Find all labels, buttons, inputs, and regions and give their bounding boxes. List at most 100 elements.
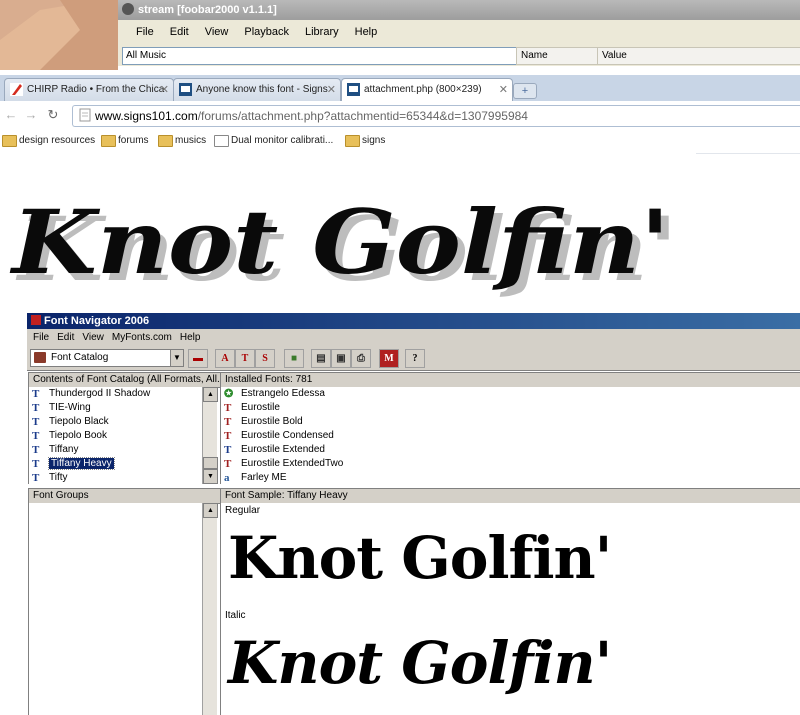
reload-icon[interactable]: ↻ bbox=[46, 107, 60, 123]
address-bar[interactable]: www.signs101.com/forums/attachment.php?a… bbox=[72, 105, 800, 127]
bookmark-design-resources[interactable]: design resources bbox=[2, 133, 95, 149]
truetype-icon: T bbox=[32, 430, 40, 442]
column-header-value[interactable]: Value bbox=[597, 47, 800, 65]
groups-scrollbar[interactable]: ▲ bbox=[202, 503, 218, 715]
scroll-up-icon[interactable]: ▲ bbox=[203, 387, 218, 402]
bookmark-label: musics bbox=[175, 135, 207, 146]
chevron-down-icon[interactable]: ▼ bbox=[170, 350, 183, 366]
foobar-titlebar[interactable]: stream [foobar2000 v1.1.1] bbox=[118, 0, 800, 20]
tab-attachment[interactable]: attachment.php (800×239) ✕ bbox=[341, 78, 513, 101]
preview-icon[interactable]: ▣ bbox=[331, 349, 351, 368]
close-icon[interactable]: ✕ bbox=[499, 79, 508, 101]
list-item[interactable]: T Tifty bbox=[29, 471, 203, 484]
list-item[interactable]: T Eurostile bbox=[221, 401, 800, 415]
font-groups-list[interactable] bbox=[28, 503, 203, 715]
bookmark-label: signs bbox=[362, 135, 386, 146]
truetype-icon: T bbox=[32, 416, 40, 428]
fontnav-menu-view[interactable]: View bbox=[78, 329, 108, 346]
list-item[interactable]: ✪ Estrangelo Edessa bbox=[221, 387, 800, 401]
list-item[interactable]: T Thundergod II Shadow bbox=[29, 387, 203, 401]
bookmark-forums[interactable]: forums bbox=[101, 133, 149, 149]
truetype-icon: T bbox=[32, 472, 40, 484]
image-text: Knot Golfin' bbox=[9, 190, 670, 294]
truetype-icon: T bbox=[32, 458, 40, 470]
address-path: /forums/attachment.php?attachmentid=6534… bbox=[197, 109, 528, 123]
list-item[interactable]: T Tiepolo Book bbox=[29, 429, 203, 443]
foobar-menu-library[interactable]: Library bbox=[297, 20, 347, 44]
new-group-icon[interactable]: ■ bbox=[284, 349, 304, 368]
list-item[interactable]: T Eurostile ExtendedTwo bbox=[221, 457, 800, 471]
truetype-icon: T bbox=[224, 430, 232, 442]
fontnav-menu-help[interactable]: Help bbox=[176, 329, 205, 346]
fontnav-menu-file[interactable]: File bbox=[29, 329, 53, 346]
fontnav-titlebar[interactable]: Font Navigator 2006 bbox=[27, 313, 800, 329]
sort-icon[interactable]: A bbox=[215, 349, 235, 368]
address-host: www.signs101.com bbox=[95, 109, 198, 123]
foobar-menu-view[interactable]: View bbox=[197, 20, 237, 44]
symbol-icon[interactable]: S bbox=[255, 349, 275, 368]
fontnav-menubar: File Edit View MyFonts.com Help bbox=[27, 329, 800, 346]
fontnav-menu-myfonts[interactable]: MyFonts.com bbox=[108, 329, 176, 346]
list-item[interactable]: T Eurostile Extended bbox=[221, 443, 800, 457]
new-tab-button[interactable]: + bbox=[513, 83, 537, 99]
regular-sample-text: Knot Golfin' bbox=[228, 524, 612, 592]
list-item[interactable]: a Farley ME bbox=[221, 471, 800, 484]
contents-pane-header: Contents of Font Catalog (All Formats, A… bbox=[28, 372, 222, 388]
list-item[interactable]: T Tiepolo Black bbox=[29, 415, 203, 429]
list-item[interactable]: T Eurostile Condensed bbox=[221, 429, 800, 443]
foobar-menu-playback[interactable]: Playback bbox=[236, 20, 297, 44]
bookmark-dual-monitor[interactable]: Dual monitor calibrati... bbox=[214, 133, 333, 149]
close-icon[interactable]: ✕ bbox=[160, 79, 169, 101]
catalog-book-icon bbox=[34, 352, 46, 363]
list-item[interactable]: T TIE-Wing bbox=[29, 401, 203, 415]
list-item[interactable]: T Eurostile Bold bbox=[221, 415, 800, 429]
forward-arrow-icon[interactable]: → bbox=[24, 107, 38, 123]
catalog-dropdown-value: Font Catalog bbox=[51, 352, 109, 363]
site-icon bbox=[214, 135, 229, 147]
font-properties-icon[interactable]: T bbox=[235, 349, 255, 368]
close-icon[interactable]: ✕ bbox=[327, 79, 336, 101]
folder-open-icon[interactable]: ▬ bbox=[188, 349, 208, 368]
myfonts-icon[interactable]: M bbox=[379, 349, 399, 368]
list-item-selected[interactable]: T Tiffany Heavy bbox=[29, 457, 203, 471]
print-icon[interactable]: ⎙ bbox=[351, 349, 371, 368]
italic-label: Italic bbox=[225, 610, 246, 621]
foobar-menu-file[interactable]: File bbox=[128, 20, 162, 44]
truetype-icon: T bbox=[32, 402, 40, 414]
foobar-app-icon bbox=[122, 3, 134, 15]
tab-label: Anyone know this font - Signs bbox=[196, 84, 328, 95]
opentype-icon: ✪ bbox=[224, 388, 234, 400]
foobar-menu-help[interactable]: Help bbox=[347, 20, 386, 44]
desktop-background bbox=[0, 0, 118, 70]
truetype-icon: T bbox=[224, 416, 232, 428]
foobar-menu-edit[interactable]: Edit bbox=[162, 20, 197, 44]
scroll-down-icon[interactable]: ▼ bbox=[203, 469, 218, 484]
tab-anyone-know-font[interactable]: Anyone know this font - Signs ✕ bbox=[173, 78, 341, 101]
chirp-favicon bbox=[10, 83, 23, 96]
tab-label: attachment.php (800×239) bbox=[364, 84, 482, 95]
truetype-icon: T bbox=[32, 388, 40, 400]
bookmark-musics[interactable]: musics bbox=[158, 133, 206, 149]
installed-font-list: ✪ Estrangelo Edessa T Eurostile T Eurostile… bbox=[220, 387, 800, 484]
tab-chirp-radio[interactable]: CHIRP Radio • From the Chica ✕ bbox=[4, 78, 174, 101]
catalog-dropdown[interactable]: Font Catalog ▼ bbox=[30, 349, 184, 367]
properties-icon[interactable]: ▤ bbox=[311, 349, 331, 368]
catalog-scrollbar[interactable]: ▲ ▼ bbox=[202, 387, 218, 484]
opentype-icon: a bbox=[224, 472, 230, 484]
scroll-up-icon[interactable]: ▲ bbox=[203, 503, 218, 518]
desktop-wallpaper-shape bbox=[0, 0, 118, 70]
truetype-icon: T bbox=[224, 458, 232, 470]
column-header-name[interactable]: Name bbox=[516, 47, 598, 65]
bookmark-signs[interactable]: signs bbox=[345, 133, 385, 149]
fontnav-menu-edit[interactable]: Edit bbox=[53, 329, 78, 346]
scroll-thumb[interactable] bbox=[203, 457, 218, 469]
list-item[interactable]: T Tiffany bbox=[29, 443, 203, 457]
foobar-playlist-selector[interactable]: All Music bbox=[122, 47, 517, 65]
signs101-favicon bbox=[179, 83, 192, 96]
fontnav-app-icon bbox=[31, 315, 41, 325]
back-arrow-icon[interactable]: ← bbox=[4, 107, 18, 123]
help-icon[interactable]: ? bbox=[405, 349, 425, 368]
attachment-image: Knot Golfin' Knot Golfin' bbox=[0, 153, 696, 306]
knot-golfin-image: Knot Golfin' Knot Golfin' bbox=[9, 190, 678, 301]
tab-label: CHIRP Radio • From the Chica bbox=[27, 84, 165, 95]
